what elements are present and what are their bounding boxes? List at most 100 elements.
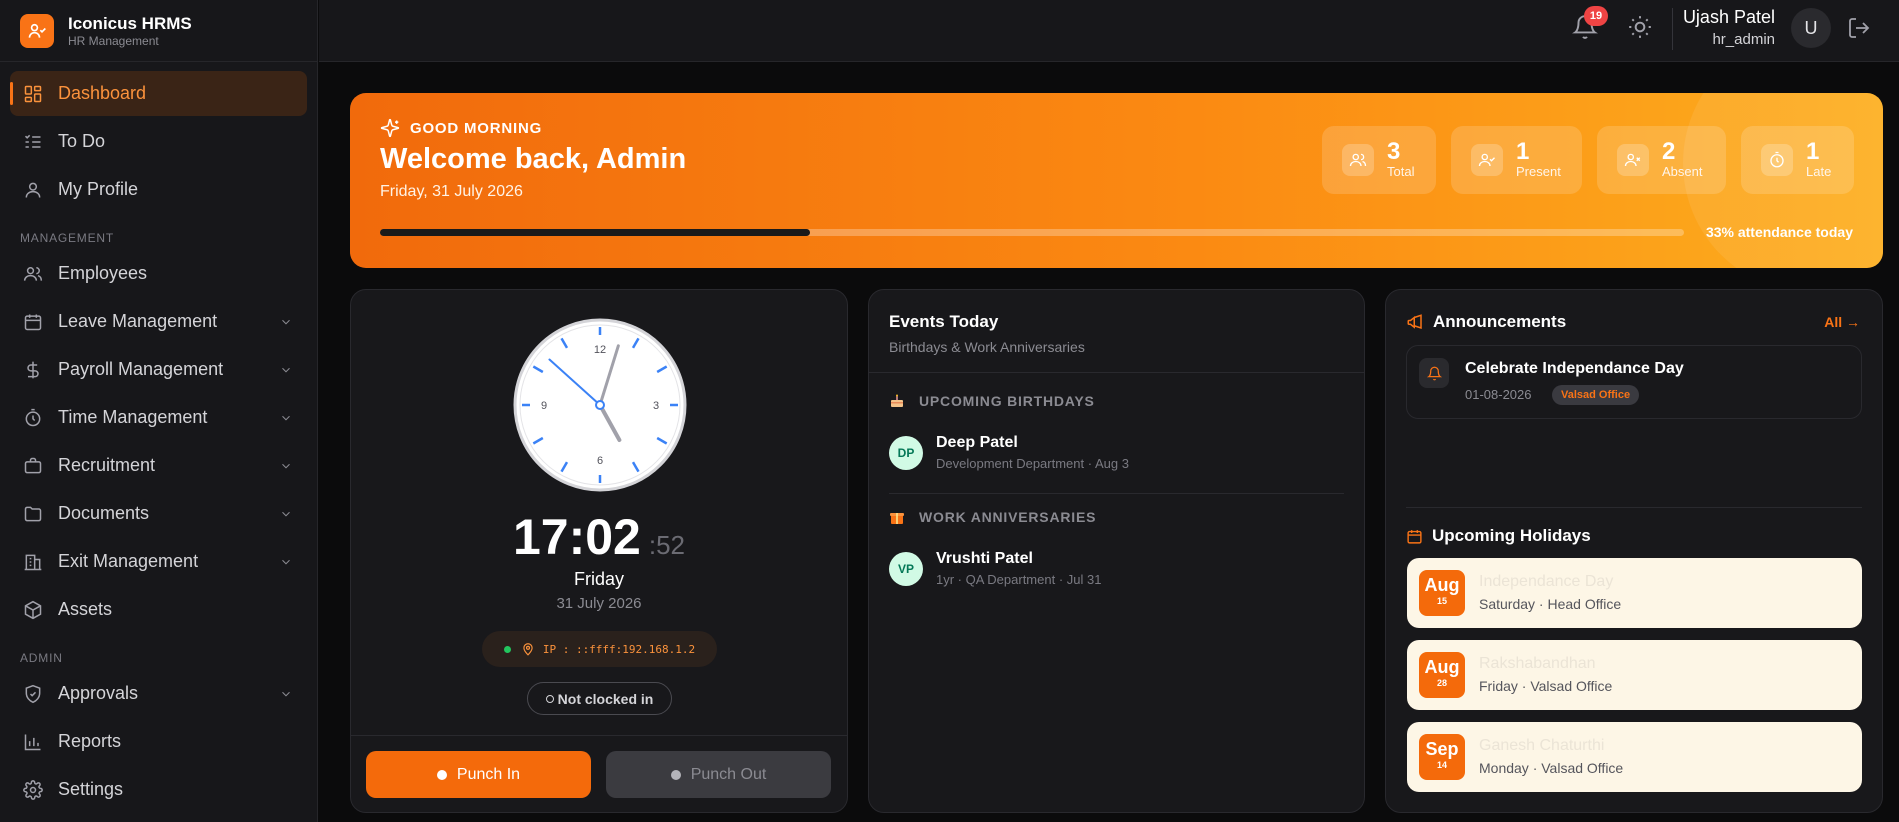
chevron-down-icon <box>282 691 290 696</box>
online-dot-icon <box>503 645 511 653</box>
stat-absent[interactable]: 2 Absent <box>1597 126 1726 194</box>
holiday-meta: Monday · Valsad Office <box>1479 760 1624 776</box>
chevron-down-icon <box>282 367 290 372</box>
sidebar-item-label: My Profile <box>58 179 139 199</box>
sun-icon[interactable] <box>1627 14 1653 40</box>
brand-logo-icon <box>20 13 54 48</box>
topbar-divider <box>1672 8 1673 50</box>
sidebar-section-admin: ADMIN <box>20 651 63 665</box>
todo-list-icon <box>24 134 41 148</box>
announcements-all-link[interactable]: All → <box>1824 314 1860 330</box>
holidays-title: Upcoming Holidays <box>1432 526 1591 545</box>
folder-icon <box>24 506 42 521</box>
stat-value: 1 <box>1806 138 1820 165</box>
clock-numeral-6: 6 <box>597 455 603 467</box>
stat-total[interactable]: 3 Total <box>1322 126 1436 194</box>
bell-icon <box>1419 358 1449 388</box>
megaphone-icon <box>1407 314 1422 330</box>
holiday-item[interactable]: Aug 28 Rakshabandhan Friday · Valsad Off… <box>1407 640 1862 710</box>
punch-in-button[interactable]: Punch In <box>366 751 591 798</box>
dashboard-icon <box>24 85 42 102</box>
holiday-date-badge: Aug 28 <box>1419 652 1465 698</box>
avatar: DP <box>889 435 923 470</box>
holiday-day: 28 <box>1436 678 1447 688</box>
list-item[interactable]: VP Vrushti Patel 1yr · QA Department · J… <box>889 550 1101 587</box>
users-icon <box>23 266 43 281</box>
punch-out-label: Punch Out <box>690 765 767 783</box>
clock-divider <box>351 735 847 736</box>
stat-value: 2 <box>1662 138 1676 165</box>
welcome-title: Welcome back, Admin <box>380 143 687 175</box>
sidebar-item-payroll-management[interactable]: Payroll Management <box>10 347 307 392</box>
events-divider <box>869 372 1364 373</box>
brand[interactable]: Iconicus HRMS HR Management <box>0 0 317 62</box>
sidebar-item-recruitment[interactable]: Recruitment <box>10 443 307 488</box>
chevron-down-icon <box>282 511 290 516</box>
attendance-progress-bar <box>380 229 1684 236</box>
greeting-text: GOOD MORNING <box>410 119 543 137</box>
sidebar-item-label: Recruitment <box>58 455 156 475</box>
stat-label: Present <box>1516 164 1561 179</box>
avatar[interactable]: U <box>1791 8 1831 48</box>
clock-card: 12 3 6 9 17:02:52 Friday 31 July 2026 IP… <box>350 289 848 813</box>
holidays-separator <box>1406 507 1862 508</box>
sidebar-item-label: Reports <box>58 731 122 751</box>
clock-numeral-9: 9 <box>541 400 547 412</box>
stat-late[interactable]: 1 Late <box>1741 126 1854 194</box>
greeting-row: GOOD MORNING <box>380 118 542 138</box>
digital-time: 17:02:52 <box>351 508 847 566</box>
sidebar-item-reports[interactable]: Reports <box>10 719 307 764</box>
briefcase-icon <box>24 457 42 473</box>
user-x-icon <box>1617 144 1649 176</box>
sidebar-item-todo[interactable]: To Do <box>10 119 307 164</box>
status-circle-icon <box>545 694 554 703</box>
holiday-item[interactable]: Sep 14 Ganesh Chaturthi Monday · Valsad … <box>1407 722 1862 792</box>
events-subtitle: Birthdays & Work Anniversaries <box>889 339 1085 355</box>
sidebar-item-employees[interactable]: Employees <box>10 251 307 296</box>
sidebar-item-label: To Do <box>58 131 106 151</box>
anniversaries-label: WORK ANNIVERSARIES <box>919 509 1097 525</box>
timer-icon <box>1761 144 1793 176</box>
sidebar-item-time-management[interactable]: Time Management <box>10 395 307 440</box>
sidebar-item-settings[interactable]: Settings <box>10 767 307 812</box>
welcome-banner: GOOD MORNING Welcome back, Admin Friday,… <box>350 93 1883 268</box>
announcement-item[interactable]: Celebrate Independance Day 01-08-2026 Va… <box>1406 345 1862 419</box>
cake-icon <box>891 394 903 407</box>
clock-numeral-3: 3 <box>653 400 659 412</box>
sidebar-item-documents[interactable]: Documents <box>10 491 307 536</box>
announcements-title: Announcements <box>1433 312 1567 331</box>
building-icon <box>24 554 42 570</box>
holiday-date-badge: Aug 15 <box>1419 570 1465 616</box>
event-meta: 1yr · QA Department · Jul 31 <box>936 572 1102 587</box>
sidebar-item-label: Payroll Management <box>58 359 224 379</box>
box-icon <box>24 600 42 619</box>
stat-present[interactable]: 1 Present <box>1451 126 1582 194</box>
holiday-date-badge: Sep 14 <box>1419 734 1465 780</box>
clock-status-badge: Not clocked in <box>527 682 672 715</box>
dollar-icon <box>27 361 39 378</box>
event-person-name: Deep Patel <box>936 434 1018 451</box>
sidebar-item-approvals[interactable]: Approvals <box>10 671 307 716</box>
list-item[interactable]: DP Deep Patel Development Department · A… <box>889 434 1129 471</box>
users-icon <box>1342 144 1374 176</box>
birthdays-heading: UPCOMING BIRTHDAYS <box>889 393 1095 409</box>
logout-icon[interactable] <box>1847 16 1871 40</box>
punch-dot-icon <box>436 769 447 780</box>
holiday-day: 14 <box>1436 760 1447 770</box>
sidebar-item-leave-management[interactable]: Leave Management <box>10 299 307 344</box>
announcement-title: Celebrate Independance Day <box>1465 360 1684 377</box>
sidebar-item-label: Employees <box>58 263 148 283</box>
punch-out-button[interactable]: Punch Out <box>606 751 831 798</box>
sidebar-item-my-profile[interactable]: My Profile <box>10 167 307 212</box>
events-separator <box>889 493 1344 494</box>
sidebar-item-exit-management[interactable]: Exit Management <box>10 539 307 584</box>
hero-date: Friday, 31 July 2026 <box>380 183 523 200</box>
sidebar-item-label: Time Management <box>58 407 208 427</box>
attendance-text: 33% attendance today <box>1705 224 1853 240</box>
sidebar: Iconicus HRMS HR Management Dashboard To… <box>0 0 318 822</box>
sidebar-item-assets[interactable]: Assets <box>10 587 307 632</box>
punch-dot-icon <box>670 769 681 780</box>
holiday-item[interactable]: Aug 15 Independance Day Saturday · Head … <box>1407 558 1862 628</box>
announcements-heading: Announcements <box>1406 312 1566 332</box>
sidebar-item-dashboard[interactable]: Dashboard <box>10 71 307 116</box>
